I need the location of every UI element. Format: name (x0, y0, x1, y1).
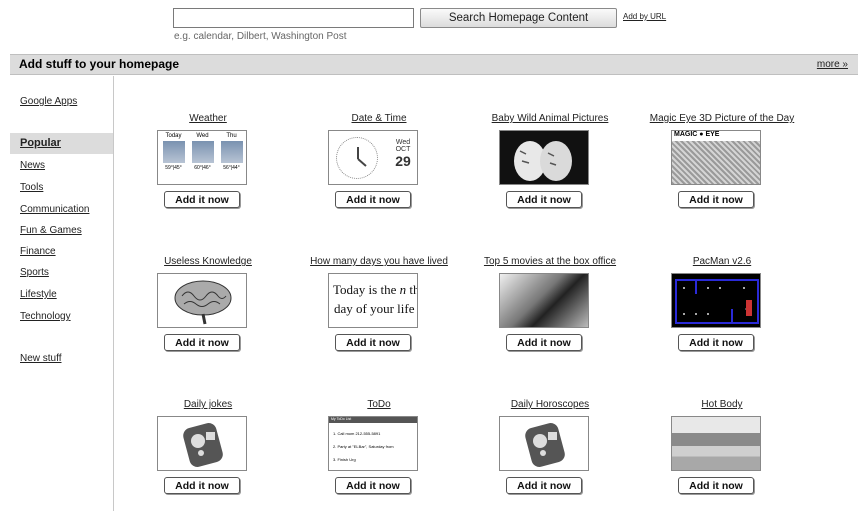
gadget-card: Baby Wild Animal Pictures Add it now (470, 113, 630, 223)
gadget-title[interactable]: Baby Wild Animal Pictures (470, 113, 630, 124)
gadget-card: Useless Knowledge Add it now (128, 256, 288, 366)
cloud-icon (162, 141, 185, 163)
sidebar-item-lifestyle[interactable]: Lifestyle (20, 289, 57, 300)
add-it-now-button[interactable]: Add it now (335, 191, 411, 208)
search-button[interactable]: Search Homepage Content (420, 8, 617, 28)
sidebar-item-communication[interactable]: Communication (20, 204, 89, 215)
add-it-now-button[interactable]: Add it now (164, 334, 240, 351)
sidebar-item-new-stuff[interactable]: New stuff (20, 353, 62, 364)
sidebar: Google Apps Popular News Tools Communica… (10, 76, 114, 511)
add-it-now-button[interactable]: Add it now (678, 334, 754, 351)
beach-thumbnail[interactable] (671, 416, 761, 471)
add-it-now-button[interactable]: Add it now (335, 334, 411, 351)
gadget-card: Daily jokes Add it now (128, 399, 288, 509)
search-hint: e.g. calendar, Dilbert, Washington Post (174, 31, 347, 42)
weather-thumbnail[interactable]: Today 59°|45° Wed 60°|46° Thu 56°|44° (157, 130, 247, 185)
gadget-icon-thumbnail[interactable] (499, 416, 589, 471)
sidebar-item-sports[interactable]: Sports (20, 267, 49, 278)
film-reel-thumbnail[interactable] (499, 273, 589, 328)
sidebar-item-finance[interactable]: Finance (20, 246, 56, 257)
weather-temp: 60°|46° (194, 165, 211, 171)
gadget-title[interactable]: ToDo (299, 399, 459, 410)
gadget-title[interactable]: Weather (128, 113, 288, 124)
gadget-title[interactable]: Daily jokes (128, 399, 288, 410)
cloud-icon (191, 141, 214, 163)
gadget-title[interactable]: Top 5 movies at the box office (470, 256, 630, 267)
add-it-now-button[interactable]: Add it now (678, 477, 754, 494)
magic-eye-label: MAGIC ● EYE (672, 131, 760, 141)
sidebar-item-fun-games[interactable]: Fun & Games (20, 225, 82, 236)
gadget-card: Top 5 movies at the box office Add it no… (470, 256, 630, 366)
gadget-card: PacMan v2.6 Add it now (642, 256, 802, 366)
gadget-title[interactable]: Daily Horoscopes (470, 399, 630, 410)
gadget-title[interactable]: Hot Body (642, 399, 802, 410)
tiger-cubs-thumbnail[interactable] (499, 130, 589, 185)
gadget-title[interactable]: Useless Knowledge (128, 256, 288, 267)
gadget-title[interactable]: How many days you have lived (299, 256, 459, 267)
add-it-now-button[interactable]: Add it now (164, 191, 240, 208)
add-it-now-button[interactable]: Add it now (164, 477, 240, 494)
sidebar-item-news[interactable]: News (20, 160, 45, 171)
clock-icon (336, 137, 378, 179)
gadget-title[interactable]: Date & Time (299, 113, 459, 124)
gadget-card: Hot Body Add it now (642, 399, 802, 509)
more-link[interactable]: more » (817, 59, 848, 70)
gadget-icon-thumbnail[interactable] (157, 416, 247, 471)
cloud-icon (220, 141, 243, 163)
gadget-card: How many days you have lived Today is th… (299, 256, 459, 366)
days-lived-th: th (409, 282, 417, 297)
add-by-url-link[interactable]: Add by URL (623, 12, 666, 21)
todo-item: 1. Call mom 212-555-5891 (333, 431, 381, 436)
brain-thumbnail[interactable] (157, 273, 247, 328)
days-lived-text: Today is the (333, 282, 397, 297)
clock-date: 29 (395, 153, 411, 169)
pacman-thumbnail[interactable] (671, 273, 761, 328)
sidebar-item-google-apps[interactable]: Google Apps (20, 96, 77, 107)
search-input[interactable] (173, 8, 414, 28)
clock-month: OCT (395, 146, 411, 153)
weather-day: Today (165, 133, 182, 139)
days-lived-text: day of your life (334, 301, 415, 316)
gadget-card: Weather Today 59°|45° Wed 60°|46° Thu 56°|4… (128, 113, 288, 223)
add-it-now-button[interactable]: Add it now (506, 191, 582, 208)
sidebar-item-technology[interactable]: Technology (20, 311, 71, 322)
text-thumbnail[interactable]: Today is the n th day of your life (328, 273, 418, 328)
weather-temp: 59°|45° (165, 165, 182, 171)
weather-day: Wed (196, 133, 209, 139)
todo-list-thumbnail[interactable]: My ToDo List 1. Call mom 212-555-5891 2.… (328, 416, 418, 471)
todo-item: 2. Party at "ELBar", Saturday from (333, 444, 394, 449)
add-it-now-button[interactable]: Add it now (506, 334, 582, 351)
gadget-card: Date & Time Wed OCT 29 Add it now (299, 113, 459, 223)
add-it-now-button[interactable]: Add it now (335, 477, 411, 494)
gadget-card: Daily Horoscopes Add it now (470, 399, 630, 509)
clock-thumbnail[interactable]: Wed OCT 29 (328, 130, 418, 185)
gadget-card: ToDo My ToDo List 1. Call mom 212-555-58… (299, 399, 459, 509)
add-it-now-button[interactable]: Add it now (678, 191, 754, 208)
weather-temp: 56°|44° (223, 165, 240, 171)
sidebar-item-tools[interactable]: Tools (20, 182, 43, 193)
page-title: Add stuff to your homepage (19, 57, 179, 71)
weather-day: Thu (226, 133, 237, 139)
todo-header: My ToDo List (329, 417, 417, 423)
gadget-title[interactable]: Magic Eye 3D Picture of the Day (642, 113, 802, 124)
add-it-now-button[interactable]: Add it now (506, 477, 582, 494)
clock-day: Wed (395, 139, 411, 146)
gadget-title[interactable]: PacMan v2.6 (642, 256, 802, 267)
header-bar: Add stuff to your homepage more » (10, 54, 858, 75)
sidebar-item-popular[interactable]: Popular (10, 133, 113, 154)
todo-item: 3. Finish Urg (333, 457, 356, 462)
gadget-card: Magic Eye 3D Picture of the Day MAGIC ● … (642, 113, 802, 223)
magic-eye-thumbnail[interactable]: MAGIC ● EYE (671, 130, 761, 185)
